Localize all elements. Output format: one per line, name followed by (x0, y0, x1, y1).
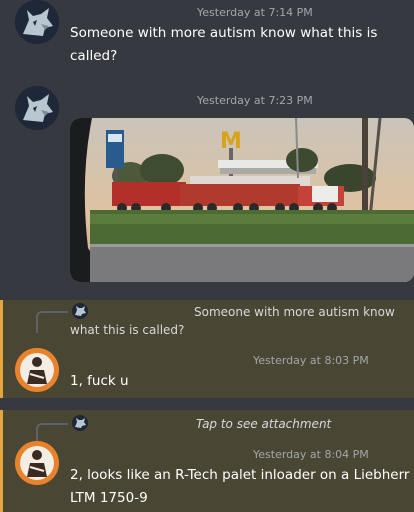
reply-preview[interactable]: Tap to see attachment (196, 417, 331, 431)
wolf-avatar-icon (15, 86, 59, 130)
user-avatar-wolf[interactable] (15, 86, 59, 130)
reply-preview[interactable]: what this is called? (70, 323, 184, 337)
user-avatar-icon (15, 441, 59, 485)
image-attachment[interactable]: M (70, 118, 414, 282)
attachment-photo: M (70, 118, 414, 282)
reply-avatar-icon (72, 415, 88, 431)
message-timestamp: Yesterday at 7:23 PM (197, 94, 313, 107)
reply-connector (36, 311, 68, 333)
reply-avatar[interactable] (72, 303, 88, 319)
message-text-line: 2, looks like an R-Tech palet inloader o… (70, 467, 410, 483)
user-avatar-badge[interactable] (15, 441, 59, 485)
message-text: 2, looks like an R-Tech palet inloader o… (70, 464, 410, 510)
message-text-line: LTM 1750-9 (70, 490, 148, 506)
mention-bar (0, 410, 3, 512)
user-avatar-icon (15, 348, 59, 392)
message-text-line: called? (70, 48, 118, 64)
mention-bar (0, 300, 3, 398)
message-timestamp: Yesterday at 8:04 PM (253, 448, 369, 461)
user-avatar-wolf[interactable] (15, 0, 59, 44)
user-avatar-badge[interactable] (15, 348, 59, 392)
reply-avatar[interactable] (72, 415, 88, 431)
attachment-sign-letter: M (220, 129, 242, 154)
message-text-line: Someone with more autism know what this … (70, 25, 378, 41)
message-timestamp: Yesterday at 7:14 PM (197, 6, 313, 19)
wolf-avatar-icon (15, 0, 59, 44)
reply-preview[interactable]: Someone with more autism know (194, 305, 395, 319)
reply-connector (36, 423, 68, 443)
message-text: Someone with more autism know what this … (70, 22, 410, 68)
message-timestamp: Yesterday at 8:03 PM (253, 354, 369, 367)
message-text: 1, fuck u (70, 373, 129, 389)
reply-avatar-icon (72, 303, 88, 319)
